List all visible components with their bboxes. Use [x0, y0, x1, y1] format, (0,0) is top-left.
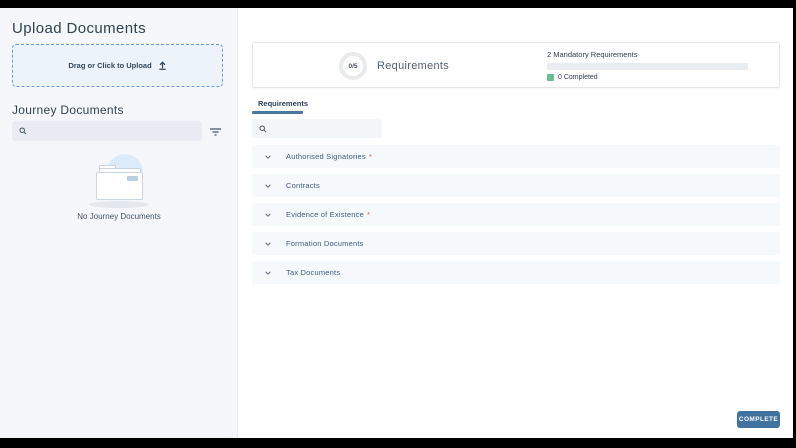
complete-button[interactable]: COMPLETE	[737, 411, 780, 428]
search-icon	[259, 125, 267, 133]
empty-state-text: No Journey Documents	[0, 212, 238, 221]
mandatory-block: 2 Mandatory Requirements 0 Completed	[547, 50, 748, 81]
illustration-shadow	[89, 201, 149, 208]
section-label: Tax Documents	[286, 268, 340, 277]
folder-label-chip	[127, 176, 138, 181]
tab-active-indicator	[252, 111, 303, 114]
sidebar: Upload Documents Drag or Click to Upload…	[0, 8, 238, 438]
completed-legend: 0 Completed	[547, 74, 748, 81]
folder-front	[96, 172, 143, 200]
section-row[interactable]: Evidence of Existence*	[252, 203, 780, 226]
required-asterisk: *	[367, 210, 370, 219]
chevron-down-icon	[264, 182, 272, 190]
section-row[interactable]: Tax Documents	[252, 261, 780, 284]
mandatory-label: 2 Mandatory Requirements	[547, 50, 748, 59]
section-label: Evidence of Existence	[286, 210, 364, 219]
upload-icon	[158, 61, 167, 70]
requirements-summary-card: 0/5 Requirements 2 Mandatory Requirement…	[252, 42, 780, 88]
page-title: Upload Documents	[12, 20, 146, 37]
empty-folder-illustration	[86, 154, 152, 208]
section-label: Authorised Signatories	[286, 152, 366, 161]
required-asterisk: *	[369, 152, 372, 161]
app-window: Upload Documents Drag or Click to Upload…	[0, 8, 793, 438]
completed-swatch	[547, 74, 554, 81]
section-row[interactable]: Formation Documents	[252, 232, 780, 255]
search-icon	[19, 127, 27, 135]
requirements-search[interactable]	[252, 119, 382, 138]
section-row[interactable]: Contracts	[252, 174, 780, 197]
chevron-down-icon	[264, 269, 272, 277]
tab-requirements[interactable]: Requirements	[258, 99, 308, 108]
upload-dropzone[interactable]: Drag or Click to Upload	[12, 44, 223, 87]
journey-search-input[interactable]	[32, 127, 182, 136]
requirements-sections: Authorised Signatories*ContractsEvidence…	[252, 145, 780, 290]
mandatory-progress-bar	[547, 63, 748, 70]
completed-label: 0 Completed	[558, 74, 598, 81]
upload-dropzone-label: Drag or Click to Upload	[68, 61, 151, 70]
chevron-down-icon	[264, 211, 272, 219]
filter-icon[interactable]	[205, 124, 225, 140]
journey-documents-heading: Journey Documents	[12, 103, 124, 117]
requirements-search-input[interactable]	[272, 124, 372, 133]
section-label: Contracts	[286, 181, 320, 190]
chevron-down-icon	[264, 240, 272, 248]
section-row[interactable]: Authorised Signatories*	[252, 145, 780, 168]
journey-search[interactable]	[12, 121, 202, 141]
section-label: Formation Documents	[286, 239, 364, 248]
chevron-down-icon	[264, 153, 272, 161]
progress-ring: 0/5	[339, 52, 367, 80]
summary-card-title: Requirements	[377, 60, 449, 72]
